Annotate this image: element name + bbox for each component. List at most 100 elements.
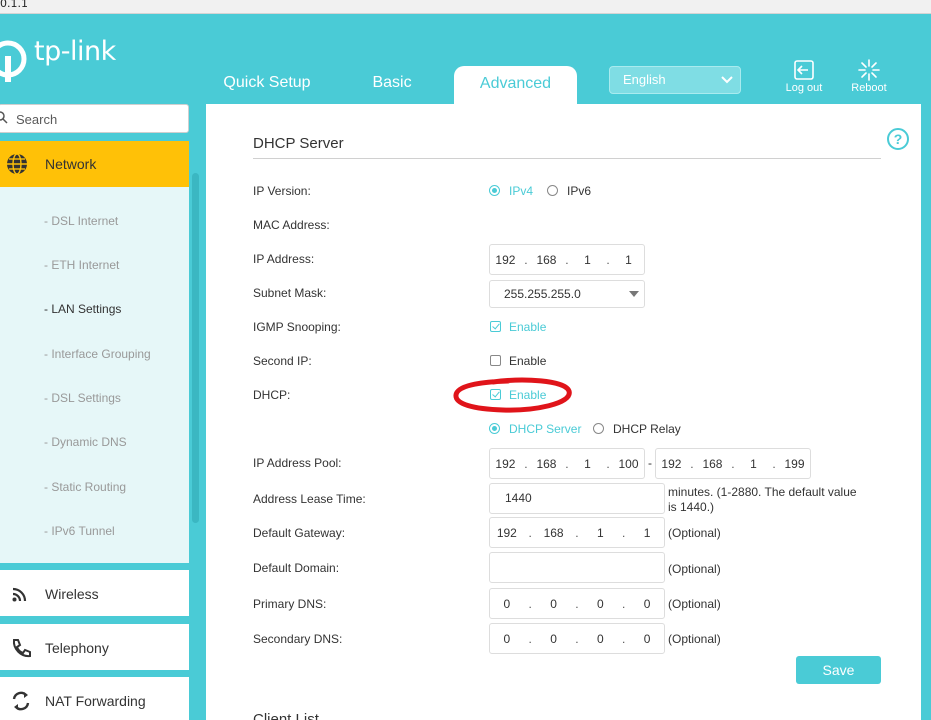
ip-pool-start-field: 192. 168. 1. 100 <box>489 448 645 479</box>
ipv4-label: IPv4 <box>509 184 534 198</box>
octet-input[interactable]: 168 <box>700 457 724 471</box>
search-input[interactable]: Search <box>0 104 189 133</box>
sidebar-scrollbar[interactable] <box>192 173 199 523</box>
octet-input[interactable]: 1 <box>575 253 599 267</box>
octet-input[interactable]: 1 <box>617 253 641 267</box>
logout-icon <box>794 60 814 80</box>
submenu-static-routing[interactable]: - Static Routing <box>44 480 126 494</box>
optional-note: (Optional) <box>668 526 721 540</box>
secondary-dns-field: 0. 0. 0. 0 <box>489 623 665 654</box>
search-placeholder: Search <box>16 112 58 127</box>
submenu-interface-grouping[interactable]: - Interface Grouping <box>44 347 151 361</box>
client-list-title: Client List <box>253 711 319 720</box>
second-ip-enable-label: Enable <box>509 354 547 368</box>
secondary-dns-label: Secondary DNS: <box>253 632 343 646</box>
octet-input[interactable]: 168 <box>542 526 566 540</box>
lease-time-note: minutes. (1-2880. The default value <box>668 485 857 499</box>
dhcp-server-radio[interactable] <box>489 423 500 434</box>
octet-input[interactable]: 0 <box>495 632 519 646</box>
save-button[interactable]: Save <box>796 656 881 684</box>
section-divider <box>253 158 881 159</box>
globe-icon <box>7 153 27 175</box>
octet-input[interactable]: 0 <box>542 597 566 611</box>
pool-separator: - <box>648 456 652 470</box>
wifi-icon <box>12 587 27 602</box>
second-ip-checkbox[interactable] <box>490 355 501 366</box>
submenu-dsl-settings[interactable]: - DSL Settings <box>44 391 121 405</box>
optional-note: (Optional) <box>668 562 721 576</box>
tab-advanced[interactable]: Advanced <box>454 66 577 104</box>
ip-pool-label: IP Address Pool: <box>253 456 342 470</box>
reboot-button[interactable]: Reboot <box>839 58 899 98</box>
nat-icon <box>12 691 30 711</box>
sidebar-item-network[interactable]: Network <box>0 141 189 187</box>
lease-time-input[interactable]: 1440 <box>489 483 665 514</box>
help-icon[interactable]: ? <box>886 127 910 151</box>
svg-text:?: ? <box>894 131 903 147</box>
submenu-dynamic-dns[interactable]: - Dynamic DNS <box>44 435 127 449</box>
address-bar: 0.1.1 <box>0 0 931 14</box>
sidebar-item-wireless[interactable]: Wireless <box>0 570 189 616</box>
default-domain-label: Default Domain: <box>253 561 340 575</box>
reboot-icon <box>858 59 880 81</box>
igmp-snooping-label: IGMP Snooping: <box>253 320 341 334</box>
igmp-snooping-checkbox[interactable] <box>490 321 501 332</box>
octet-input[interactable]: 0 <box>635 632 659 646</box>
octet-input[interactable]: 192 <box>659 457 683 471</box>
chevron-down-icon <box>721 76 733 84</box>
octet-input[interactable]: 0 <box>495 597 519 611</box>
octet-input[interactable]: 168 <box>534 253 558 267</box>
octet-input[interactable]: 0 <box>588 632 612 646</box>
second-ip-label: Second IP: <box>253 354 312 368</box>
sidebar-item-nat-forwarding[interactable]: NAT Forwarding <box>0 677 189 720</box>
optional-note: (Optional) <box>668 632 721 646</box>
submenu-lan-settings[interactable]: - LAN Settings <box>44 302 121 316</box>
octet-input[interactable]: 192 <box>495 526 519 540</box>
search-icon <box>0 111 8 124</box>
language-select[interactable]: English <box>609 66 741 94</box>
octet-input[interactable]: 199 <box>783 457 807 471</box>
reboot-label: Reboot <box>851 82 887 94</box>
octet-input[interactable]: 168 <box>534 457 558 471</box>
ip-version-label: IP Version: <box>253 184 311 198</box>
octet-input[interactable]: 0 <box>635 597 659 611</box>
octet-input[interactable]: 1 <box>575 457 599 471</box>
ip-address-label: IP Address: <box>253 252 315 266</box>
tab-quick-setup[interactable]: Quick Setup <box>207 66 327 104</box>
mac-address-label: MAC Address: <box>253 218 330 232</box>
sidebar-item-label: Wireless <box>45 586 99 602</box>
default-domain-input[interactable] <box>489 552 665 583</box>
octet-input[interactable]: 0 <box>542 632 566 646</box>
logout-label: Log out <box>785 82 823 94</box>
sidebar-item-telephony[interactable]: Telephony <box>0 624 189 670</box>
network-submenu: - DSL Internet - ETH Internet - LAN Sett… <box>0 173 199 563</box>
logout-button[interactable]: Log out <box>774 58 834 98</box>
submenu-dsl-internet[interactable]: - DSL Internet <box>44 214 118 228</box>
sidebar-item-label: Telephony <box>45 640 109 656</box>
octet-input[interactable]: 1 <box>588 526 612 540</box>
optional-note: (Optional) <box>668 597 721 611</box>
phone-icon <box>12 639 31 658</box>
octet-input[interactable]: 100 <box>617 457 641 471</box>
subnet-mask-select[interactable]: 255.255.255.0 <box>489 280 645 308</box>
octet-input[interactable]: 1 <box>741 457 765 471</box>
address-bar-text: 0.1.1 <box>0 0 28 10</box>
brand-name: tp-link <box>34 36 116 67</box>
octet-input[interactable]: 192 <box>493 457 517 471</box>
octet-input[interactable]: 1 <box>635 526 659 540</box>
header: tp-link Quick Setup Basic Advanced Engli… <box>0 14 931 104</box>
ipv6-radio[interactable] <box>547 185 558 196</box>
primary-dns-label: Primary DNS: <box>253 597 327 611</box>
octet-input[interactable]: 192 <box>493 253 517 267</box>
ipv4-radio[interactable] <box>489 185 500 196</box>
sidebar-item-label: Network <box>45 156 97 172</box>
ipv6-label: IPv6 <box>567 184 592 198</box>
dhcp-relay-radio[interactable] <box>593 423 604 434</box>
submenu-eth-internet[interactable]: - ETH Internet <box>44 258 119 272</box>
octet-input[interactable]: 0 <box>588 597 612 611</box>
language-value: English <box>623 72 666 87</box>
default-gateway-label: Default Gateway: <box>253 526 346 540</box>
igmp-enable-label: Enable <box>509 320 547 334</box>
submenu-ipv6-tunnel[interactable]: - IPv6 Tunnel <box>44 524 115 538</box>
tab-basic[interactable]: Basic <box>350 66 434 104</box>
